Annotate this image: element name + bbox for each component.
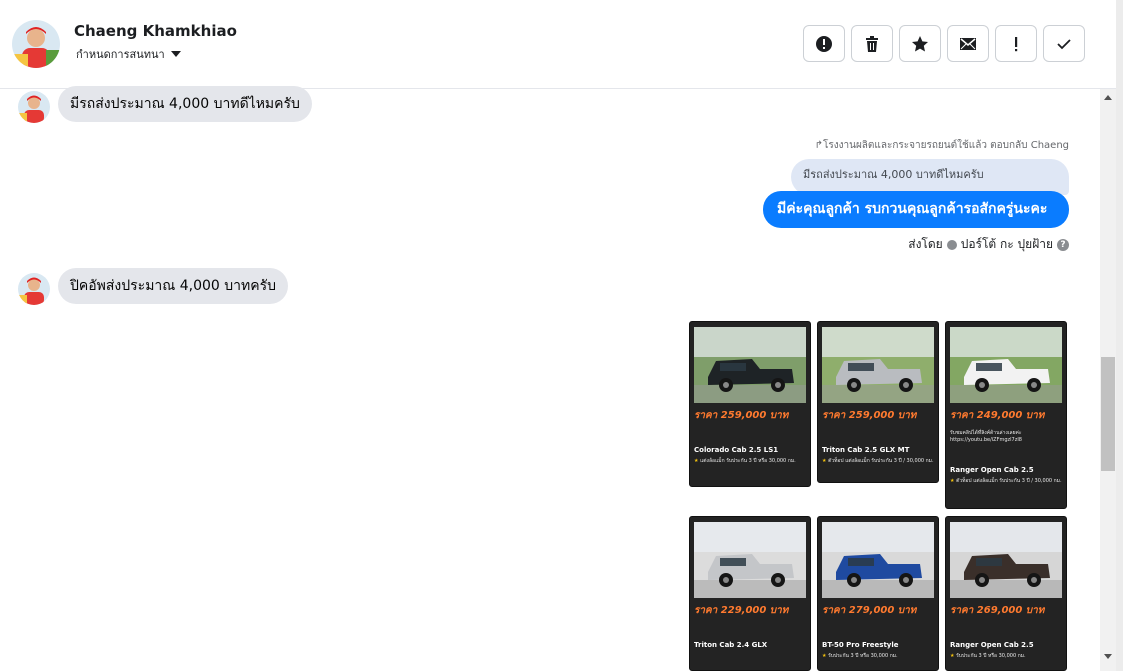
car-price: ราคา 249,000 บาท bbox=[950, 410, 1045, 421]
star-icon bbox=[912, 35, 928, 51]
star-icon: ★ bbox=[950, 478, 957, 484]
car-warranty: ★ แต่งล้อแม็ก รับประกัน 3 ปี หรือ 30,000… bbox=[694, 458, 796, 464]
car-model: Triton Cab 2.4 GLX bbox=[694, 641, 768, 649]
caret-down-icon bbox=[170, 51, 181, 57]
car-model: Colorado Cab 2.5 LS1 bbox=[694, 446, 779, 454]
car-listing-card[interactable]: ราคา 279,000 บาท BT-50 Pro Freestyle ★ รับ… bbox=[817, 516, 939, 671]
car-warranty: ★ ตัวท็อป แต่งล้อแม็ก รับประกัน 3 ปี / 3… bbox=[950, 478, 1062, 484]
car-listing-card[interactable]: ราคา 259,000 บาท Triton Cab 2.5 GLX MT ★ ต… bbox=[817, 321, 939, 483]
star-icon: ★ bbox=[822, 653, 829, 659]
sent-by-info: ส่งโดย ปอร์โต้ กะ ปุยฝ้าย ? bbox=[908, 235, 1069, 254]
car-price: ราคา 229,000 บาท bbox=[694, 605, 789, 616]
car-photo[interactable] bbox=[694, 522, 806, 598]
delete-button[interactable] bbox=[851, 25, 893, 62]
car-model: BT-50 Pro Freestyle bbox=[822, 641, 899, 649]
conversation-toolbar bbox=[803, 25, 1085, 62]
car-price: ราคา 259,000 บาท bbox=[822, 410, 917, 421]
car-price: ราคา 259,000 บาท bbox=[694, 410, 789, 421]
star-icon: ★ bbox=[822, 458, 829, 464]
verified-icon bbox=[946, 239, 957, 250]
envelope-icon bbox=[960, 37, 976, 50]
incoming-message[interactable]: มีรถส่งประมาณ 4,000 บาทดีไหมครับ bbox=[58, 86, 312, 122]
car-photo[interactable] bbox=[694, 327, 806, 403]
mark-done-button[interactable] bbox=[1043, 25, 1085, 62]
scroll-up-icon[interactable] bbox=[1104, 95, 1112, 100]
sent-by-label: ส่งโดย bbox=[908, 237, 943, 251]
conversation-menu[interactable]: กำหนดการสนทนา bbox=[76, 45, 181, 63]
check-icon bbox=[1057, 38, 1071, 49]
car-listing-card[interactable]: ราคา 229,000 บาท Triton Cab 2.4 GLX bbox=[689, 516, 811, 671]
conversation-header: Chaeng Khamkhiao กำหนดการสนทนา bbox=[0, 0, 1116, 89]
important-button[interactable] bbox=[995, 25, 1037, 62]
car-listing-card[interactable]: ราคา 269,000 บาท Ranger Open Cab 2.5 ★ รับ… bbox=[945, 516, 1067, 671]
car-photo[interactable] bbox=[950, 522, 1062, 598]
window-edge bbox=[1116, 0, 1123, 671]
contact-name: Chaeng Khamkhiao bbox=[74, 22, 237, 40]
car-listing-card[interactable]: ราคา 249,000 บาทรับชมคลิปได้ที่ลิงค์ด้าน… bbox=[945, 321, 1067, 509]
star-button[interactable] bbox=[899, 25, 941, 62]
sender-avatar[interactable] bbox=[18, 91, 50, 123]
star-icon: ★ bbox=[950, 653, 957, 659]
scrollbar[interactable] bbox=[1100, 89, 1116, 671]
car-photo[interactable] bbox=[950, 327, 1062, 403]
sent-by-name: ปอร์โต้ กะ ปุยฝ้าย bbox=[960, 237, 1053, 251]
star-icon: ★ bbox=[694, 458, 701, 464]
car-price: ราคา 279,000 บาท bbox=[822, 605, 917, 616]
outgoing-message[interactable]: มีค่ะคุณลูกค้า รบกวนคุณลูกค้ารอสักครู่นะ… bbox=[763, 191, 1069, 228]
car-price: ราคา 269,000 บาท bbox=[950, 605, 1045, 616]
conversation-menu-label: กำหนดการสนทนา bbox=[76, 48, 165, 61]
help-icon[interactable]: ? bbox=[1057, 238, 1069, 251]
alert-icon bbox=[816, 35, 832, 52]
scrollbar-thumb[interactable] bbox=[1101, 357, 1115, 471]
incoming-message[interactable]: ปิคอัพส่งประมาณ 4,000 บาทครับ bbox=[58, 268, 289, 304]
quoted-message[interactable]: มีรถส่งประมาณ 4,000 บาทดีไหมครับ bbox=[791, 159, 1069, 195]
mark-unread-button[interactable] bbox=[947, 25, 989, 62]
car-model: Triton Cab 2.5 GLX MT bbox=[822, 446, 910, 454]
report-button[interactable] bbox=[803, 25, 845, 62]
scroll-down-icon[interactable] bbox=[1104, 654, 1112, 659]
car-warranty: ★ รับประกัน 3 ปี หรือ 30,000 กม. bbox=[822, 653, 898, 659]
car-model: Ranger Open Cab 2.5 bbox=[950, 466, 1034, 474]
car-warranty: ★ ตัวท็อป แต่งล้อแม็ก รับประกัน 3 ปี / 3… bbox=[822, 458, 934, 464]
exclamation-icon bbox=[1015, 36, 1018, 51]
sender-avatar[interactable] bbox=[18, 273, 50, 305]
car-model: Ranger Open Cab 2.5 bbox=[950, 641, 1034, 649]
car-listing-card[interactable]: ราคา 259,000 บาท Colorado Cab 2.5 LS1 ★ แต… bbox=[689, 321, 811, 487]
trash-icon bbox=[866, 35, 878, 52]
contact-avatar[interactable] bbox=[12, 20, 60, 68]
car-video-link: รับชมคลิปได้ที่ลิงค์ด้านล่างเลยค่ะ https… bbox=[950, 430, 1022, 443]
car-warranty: ★ รับประกัน 3 ปี หรือ 30,000 กม. bbox=[950, 653, 1026, 659]
car-photo[interactable] bbox=[822, 327, 934, 403]
reply-note: ↱โรงงานผลิตและกระจายรถยนต์ใช้แล้ว ตอบกลั… bbox=[814, 140, 1069, 151]
car-photo[interactable] bbox=[822, 522, 934, 598]
